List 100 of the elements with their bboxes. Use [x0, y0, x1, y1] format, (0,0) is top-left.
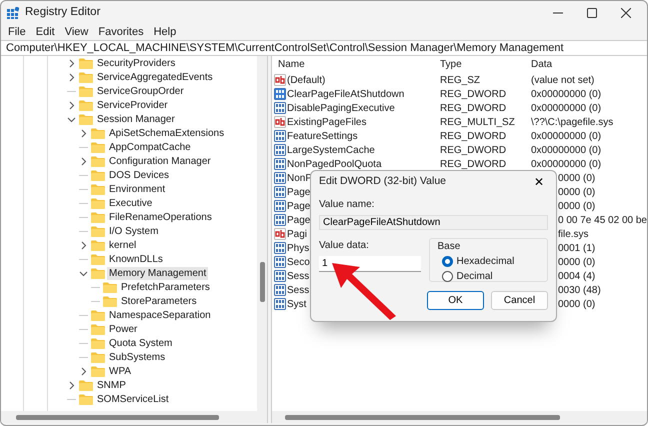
expand-chevron-icon[interactable]: [67, 72, 76, 82]
value-data: \??\C:\pagefile.sys: [531, 116, 614, 128]
ok-button[interactable]: OK: [427, 291, 484, 310]
pointer-arrow: [330, 261, 398, 321]
folder-icon: [103, 282, 117, 292]
tree-item[interactable]: PrefetchParameters: [119, 280, 212, 294]
value-name[interactable]: Page: [287, 198, 310, 214]
folder-icon: [91, 310, 105, 320]
value-name[interactable]: ExistingPageFiles: [287, 114, 366, 130]
tree-item[interactable]: ServiceGroupOrder: [95, 84, 186, 98]
tree-item[interactable]: SNMP: [95, 378, 128, 392]
value-name[interactable]: Pagi: [287, 226, 308, 242]
column-header[interactable]: Data: [528, 57, 647, 72]
tree-item[interactable]: SOMServiceList: [95, 392, 171, 406]
folder-icon: [79, 394, 93, 404]
value-name[interactable]: ClearPageFileAtShutdown: [287, 86, 404, 102]
tree-item[interactable]: SecurityProviders: [95, 56, 178, 70]
folder-icon: [91, 184, 105, 194]
value-name[interactable]: Phys: [287, 240, 310, 256]
tree-item[interactable]: Memory Management: [107, 266, 208, 280]
value-name[interactable]: Page: [287, 212, 310, 228]
window-title: Registry Editor: [25, 5, 100, 20]
tree-item[interactable]: NamespaceSeparation: [107, 308, 213, 322]
tree-item[interactable]: AppCompatCache: [107, 140, 193, 154]
cancel-button[interactable]: Cancel: [491, 291, 548, 310]
dialog-title: Edit DWORD (32-bit) Value: [319, 174, 446, 190]
column-header[interactable]: Type: [437, 57, 528, 72]
menu-item[interactable]: Help: [148, 25, 182, 40]
vertical-scrollbar[interactable]: [257, 56, 267, 411]
folder-icon: [91, 198, 105, 208]
folder-icon: [79, 380, 93, 390]
value-name[interactable]: Page: [287, 184, 310, 200]
value-data: file.sys: [558, 228, 589, 240]
value-name[interactable]: Sess: [287, 282, 310, 298]
value-data-field[interactable]: 1: [319, 256, 420, 272]
collapse-chevron-icon[interactable]: [79, 268, 88, 278]
app-icon: [7, 7, 19, 19]
value-name[interactable]: LargeSystemCache: [287, 142, 375, 158]
value-name[interactable]: Seco: [287, 254, 310, 270]
value-data: 0004 (4): [558, 270, 596, 282]
column-header[interactable]: Name: [272, 57, 437, 72]
value-name[interactable]: NonPagedPoolQuota: [287, 156, 382, 172]
field-label: Value data:: [319, 239, 370, 253]
menu-item[interactable]: View: [60, 25, 94, 40]
close-button[interactable]: ✕: [530, 173, 548, 191]
value-name[interactable]: Syst: [287, 296, 306, 312]
tree-item[interactable]: StoreParameters: [119, 294, 199, 308]
folder-icon: [91, 226, 105, 236]
folder-icon: [79, 114, 93, 124]
close-icon: [621, 8, 631, 18]
tree-item[interactable]: SubSystems: [107, 350, 168, 364]
folder-icon: [79, 58, 93, 68]
tree-item[interactable]: Environment: [107, 182, 168, 196]
expand-chevron-icon[interactable]: [79, 128, 88, 138]
menu-item[interactable]: Favorites: [93, 25, 149, 40]
tree-item[interactable]: ServiceAggregatedEvents: [95, 70, 215, 84]
folder-icon: [79, 100, 93, 110]
tree-item[interactable]: DOS Devices: [107, 168, 172, 182]
tree-item[interactable]: I/O System: [107, 224, 160, 238]
folder-icon: [91, 156, 105, 166]
horizontal-scrollbar[interactable]: [1, 411, 267, 423]
expand-chevron-icon[interactable]: [79, 156, 88, 166]
value-name[interactable]: (Default): [287, 72, 326, 88]
menu-item[interactable]: File: [3, 25, 31, 40]
tree-item[interactable]: KnownDLLs: [107, 252, 165, 266]
tree-item[interactable]: Configuration Manager: [107, 154, 213, 168]
value-name[interactable]: Sess: [287, 268, 310, 284]
value-name-field[interactable]: ClearPageFileAtShutdown: [319, 215, 548, 230]
tree-item[interactable]: ApiSetSchemaExtensions: [107, 126, 226, 140]
expand-chevron-icon[interactable]: [79, 240, 88, 250]
menu-item[interactable]: Edit: [30, 25, 60, 40]
tree-item[interactable]: ServiceProvider: [95, 98, 170, 112]
tree-item[interactable]: WPA: [107, 364, 134, 378]
tree-item[interactable]: Executive: [107, 196, 154, 210]
radio-option[interactable]: Hexadecimal: [442, 254, 539, 269]
value-data: 0000 (0): [558, 256, 596, 268]
value-name[interactable]: FeatureSettings: [287, 128, 358, 144]
tree-item[interactable]: Power: [107, 322, 140, 336]
value-data: 0x00000000 (0): [531, 102, 602, 114]
tree-item[interactable]: kernel: [107, 238, 138, 252]
value-data: 0000 (0): [558, 186, 596, 198]
folder-icon: [91, 338, 105, 348]
expand-chevron-icon[interactable]: [67, 58, 76, 68]
folder-icon: [91, 268, 105, 278]
value-type: REG_DWORD: [439, 130, 508, 144]
value-name[interactable]: DisablePagingExecutive: [287, 100, 395, 116]
expand-chevron-icon[interactable]: [67, 100, 76, 110]
horizontal-scrollbar[interactable]: [272, 411, 647, 423]
folder-icon: [91, 366, 105, 376]
radio-option[interactable]: Decimal: [442, 269, 539, 284]
tree-item[interactable]: FileRenameOperations: [107, 210, 214, 224]
tree-item[interactable]: Session Manager: [95, 112, 177, 126]
collapse-chevron-icon[interactable]: [67, 114, 76, 124]
expand-chevron-icon[interactable]: [67, 380, 76, 390]
tree-item[interactable]: Quota System: [107, 336, 174, 350]
address-bar[interactable]: Computer\HKEY_LOCAL_MACHINE\SYSTEM\CurrentControlSet\Control\Session Manager\Memory Management: [1, 40, 647, 56]
folder-icon: [91, 170, 105, 180]
value-type: REG_SZ: [439, 74, 482, 88]
folder-icon: [79, 86, 93, 96]
expand-chevron-icon[interactable]: [79, 366, 88, 376]
